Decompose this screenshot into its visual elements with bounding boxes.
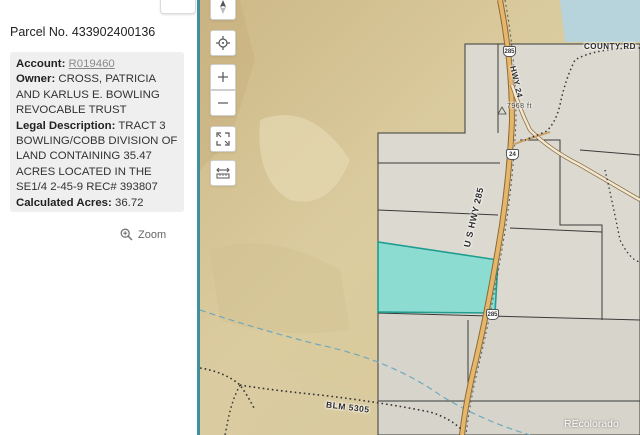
zoom-out-button[interactable] — [210, 90, 236, 116]
legal-description-label: Legal Description: — [16, 119, 116, 132]
minus-icon — [218, 102, 228, 104]
route-shield: 285 — [486, 309, 499, 320]
panel-empty-area — [0, 266, 197, 435]
account-label: Account: — [16, 58, 66, 70]
route-shield: 24 — [506, 149, 519, 160]
expand-icon — [216, 132, 230, 146]
plus-icon — [218, 72, 228, 82]
full-extent-button[interactable] — [210, 126, 236, 152]
account-link[interactable]: R019460 — [69, 58, 115, 70]
panel-map-divider[interactable] — [197, 0, 200, 435]
panel-collapse-tab[interactable] — [160, 0, 196, 14]
parcel-info-panel: Parcel No. 433902400136 Account: R019460… — [0, 0, 197, 435]
calculated-acres-label: Calculated Acres: — [16, 196, 112, 209]
ruler-icon — [216, 167, 230, 179]
measure-button[interactable] — [210, 160, 236, 186]
zoom-label: Zoom — [138, 228, 167, 241]
parcel-details-card: Account: R019460 Owner: CROSS, PATRICIA … — [10, 52, 184, 212]
parcel-title: Parcel No. 433902400136 — [10, 25, 156, 39]
map-canvas[interactable] — [200, 0, 640, 435]
elevation-label: 7968 ft — [507, 103, 532, 110]
route-shield: 285 — [503, 46, 516, 57]
county-rd-label: COUNTY RD — [584, 42, 636, 51]
owner-label: Owner: — [16, 73, 56, 86]
reservoir-water — [560, 0, 640, 42]
calculated-acres-value: 36.72 — [114, 196, 144, 209]
zoom-to-parcel-button[interactable]: Zoom — [120, 228, 166, 241]
compass-icon — [220, 0, 226, 14]
map-credit: REcolorado — [564, 418, 619, 430]
parcel-block-south[interactable] — [377, 312, 640, 435]
compass-button[interactable] — [210, 0, 236, 20]
parcel-map[interactable]: COUNTY RD U S HWY 285 HWY 24 BLM 5305 79… — [200, 0, 640, 435]
locate-button[interactable] — [210, 30, 236, 56]
zoom-in-button[interactable] — [210, 64, 236, 90]
zoom-in-magnifier-icon — [120, 228, 133, 241]
crosshair-icon — [216, 36, 230, 50]
